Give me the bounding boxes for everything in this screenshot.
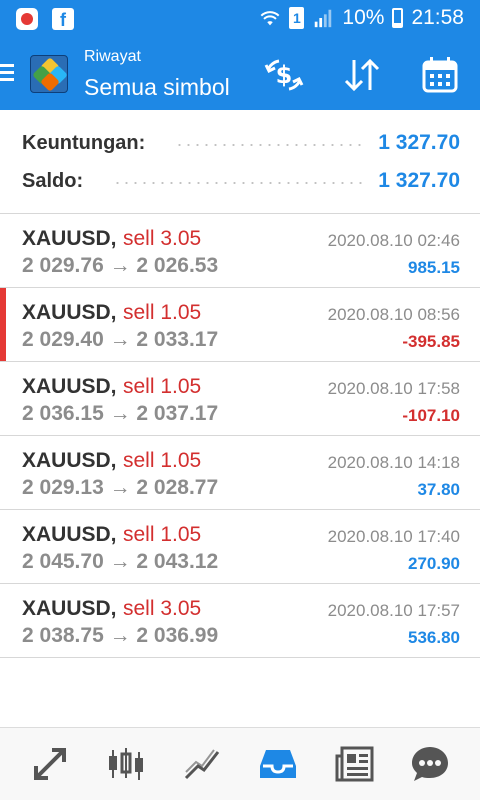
trade-time: 2020.08.10 14:18 [327,453,460,472]
battery-icon [392,8,404,28]
trade-time: 2020.08.10 17:57 [327,601,460,620]
trade-row[interactable]: XAUUSD, sell 1.05 2 045.70 → 2 043.12 20… [0,510,480,584]
page-title[interactable]: Semua simbol [84,74,230,101]
trade-side: sell 1.05 [123,523,202,546]
trade-time: 2020.08.10 17:58 [327,379,460,398]
profit-label: Keuntungan: [22,131,146,154]
trade-profit: -107.10 [402,406,460,425]
trade-symbol: XAUUSD, [22,597,117,620]
profit-row: Keuntungan: 1 327.70 [22,128,460,158]
app-header: Riwayat Semua simbol $ [0,40,480,110]
trade-profit: 270.90 [408,554,460,573]
app-logo [30,55,68,93]
wifi-icon [260,11,280,26]
trade-symbol: XAUUSD, [22,301,117,324]
trade-profit: 536.80 [408,628,460,647]
battery-percent: 10% [342,6,385,29]
trade-list: XAUUSD, sell 3.05 2 029.76 → 2 026.53 20… [0,214,480,658]
currency-exchange-icon[interactable]: $ [264,56,304,94]
trade-icon[interactable] [180,742,224,786]
trade-side: sell 1.05 [123,375,202,398]
profit-value: 1 327.70 [378,131,460,154]
trade-time: 2020.08.10 17:40 [327,527,460,546]
trade-symbol: XAUUSD, [22,227,117,250]
app-notification-icon [16,8,38,30]
news-icon[interactable] [332,742,376,786]
trade-side: sell 1.05 [123,301,202,324]
chart-icon[interactable] [104,742,148,786]
trade-prices: 2 029.13 → 2 028.77 [22,476,219,499]
history-icon[interactable] [256,742,300,786]
trade-time: 2020.08.10 02:46 [327,231,460,250]
sort-arrows-icon[interactable] [342,56,382,94]
trade-symbol: XAUUSD, [22,523,117,546]
quotes-icon[interactable] [28,742,72,786]
trade-prices: 2 036.15 → 2 037.17 [22,402,219,425]
calendar-icon[interactable] [420,56,460,94]
trade-side: sell 3.05 [123,227,202,250]
trade-prices: 2 045.70 → 2 043.12 [22,550,219,573]
trade-symbol: XAUUSD, [22,449,117,472]
summary-panel: Keuntungan: 1 327.70 Saldo: 1 327.70 [0,110,480,214]
trade-symbol: XAUUSD, [22,375,117,398]
trade-row[interactable]: XAUUSD, sell 3.05 2 029.76 → 2 026.53 20… [0,214,480,288]
trade-row[interactable]: XAUUSD, sell 3.05 2 038.75 → 2 036.99 20… [0,584,480,658]
chat-icon[interactable] [408,742,452,786]
trade-profit: 985.15 [408,258,460,277]
trade-row[interactable]: XAUUSD, sell 1.05 2 036.15 → 2 037.17 20… [0,362,480,436]
balance-label: Saldo: [22,169,84,192]
trade-side: sell 1.05 [123,449,202,472]
trade-prices: 2 038.75 → 2 036.99 [22,624,219,647]
balance-row: Saldo: 1 327.70 [22,166,460,196]
trade-time: 2020.08.10 08:56 [327,305,460,324]
trade-profit: -395.85 [402,332,460,351]
dotted-leader [175,144,363,146]
signal-icon [315,9,332,28]
trade-prices: 2 029.76 → 2 026.53 [22,254,219,277]
sim-icon: 1 [289,7,305,29]
facebook-notification-icon: f [52,8,74,30]
trade-profit: 37.80 [417,480,460,499]
status-bar: f 1 10% 21:58 [0,0,480,40]
page-subtitle: Riwayat [84,48,141,65]
trade-side: sell 3.05 [123,597,202,620]
menu-icon[interactable] [0,64,14,82]
clock: 21:58 [411,6,464,29]
trade-row[interactable]: XAUUSD, sell 1.05 2 029.40 → 2 033.17 20… [0,288,480,362]
balance-value: 1 327.70 [378,169,460,192]
trade-prices: 2 029.40 → 2 033.17 [22,328,219,351]
dotted-leader [113,182,363,184]
trade-row[interactable]: XAUUSD, sell 1.05 2 029.13 → 2 028.77 20… [0,436,480,510]
bottom-navigation [0,727,480,800]
svg-text:$: $ [276,61,293,89]
